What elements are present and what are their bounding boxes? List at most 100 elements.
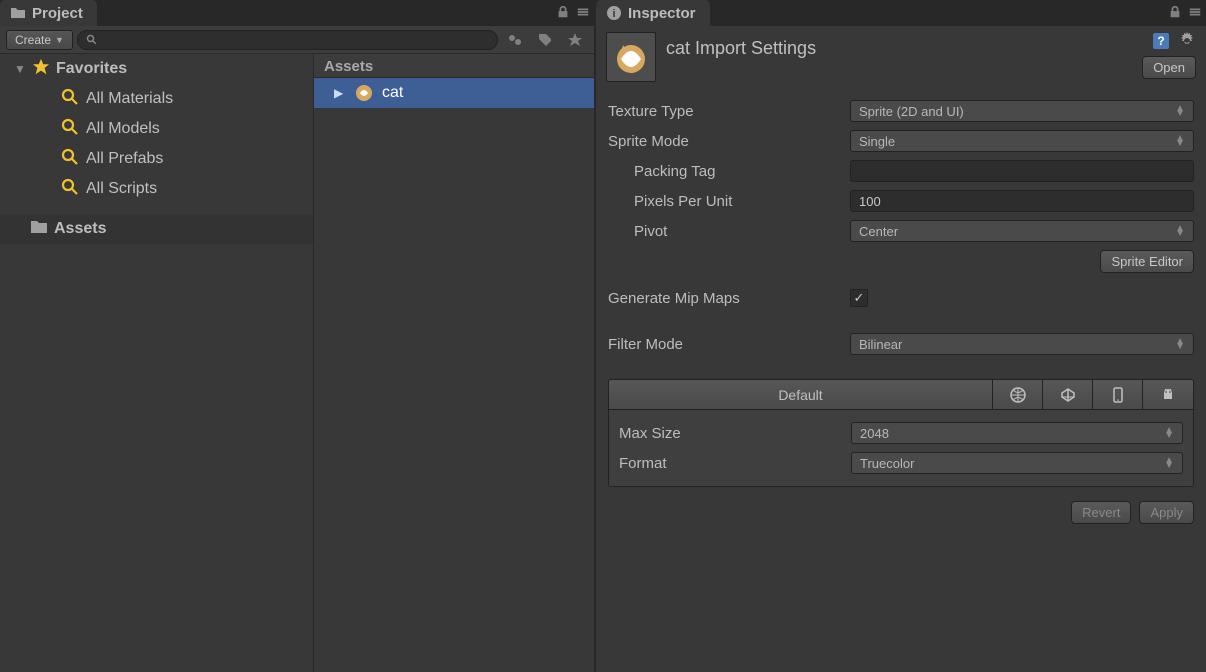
fav-all-scripts[interactable]: All Scripts xyxy=(0,174,313,204)
panel-menu-icon[interactable] xyxy=(576,5,590,22)
inspector-panel: i Inspector cat Import Settings ? Open T… xyxy=(596,0,1206,672)
inspector-tab[interactable]: i Inspector xyxy=(596,0,710,26)
assets-label: Assets xyxy=(54,220,106,238)
project-tab-header: Project xyxy=(0,0,594,26)
fav-all-models[interactable]: All Models xyxy=(0,114,313,144)
updown-icon: ▲▼ xyxy=(1175,226,1185,236)
create-button[interactable]: Create ▼ xyxy=(6,30,73,50)
asset-cat[interactable]: ▶ cat xyxy=(314,78,594,108)
input-ppu[interactable] xyxy=(850,190,1194,212)
revert-button[interactable]: Revert xyxy=(1071,501,1131,524)
inspector-tab-label: Inspector xyxy=(628,5,696,22)
folder-icon xyxy=(10,5,26,21)
project-tab[interactable]: Project xyxy=(0,0,97,26)
dropdown-max-size[interactable]: 2048▲▼ xyxy=(851,422,1183,444)
row-ppu: Pixels Per Unit xyxy=(608,186,1194,216)
fav-all-materials[interactable]: All Materials xyxy=(0,84,313,114)
fav-label: All Materials xyxy=(86,90,173,108)
asset-title: cat Import Settings xyxy=(666,32,1132,59)
asset-name: cat xyxy=(382,84,403,102)
label-mipmaps: Generate Mip Maps xyxy=(608,290,850,307)
search-input[interactable] xyxy=(77,30,498,50)
gear-icon[interactable] xyxy=(1178,32,1196,50)
dropdown-pivot[interactable]: Center▲▼ xyxy=(850,220,1194,242)
search-icon xyxy=(60,117,80,142)
row-packing-tag: Packing Tag xyxy=(608,156,1194,186)
updown-icon: ▲▼ xyxy=(1164,428,1174,438)
favorites-header[interactable]: ▼ Favorites xyxy=(0,54,313,84)
favorite-save-icon[interactable] xyxy=(562,29,588,51)
updown-icon: ▲▼ xyxy=(1175,339,1185,349)
fav-label: All Scripts xyxy=(86,180,157,198)
platform-tab-default[interactable]: Default xyxy=(609,380,993,409)
svg-text:?: ? xyxy=(1157,34,1164,48)
label-ppu: Pixels Per Unit xyxy=(608,193,850,210)
label-max-size: Max Size xyxy=(619,425,851,442)
row-max-size: Max Size 2048▲▼ xyxy=(619,418,1183,448)
dropdown-texture-type[interactable]: Sprite (2D and UI)▲▼ xyxy=(850,100,1194,122)
search-icon xyxy=(60,87,80,112)
help-icon[interactable]: ? xyxy=(1152,32,1170,50)
label-pivot: Pivot xyxy=(608,223,850,240)
updown-icon: ▲▼ xyxy=(1175,106,1185,116)
inspector-tab-header: i Inspector xyxy=(596,0,1206,26)
search-icon xyxy=(86,34,98,46)
asset-thumb-icon xyxy=(354,83,374,103)
label-filter-mode: Filter Mode xyxy=(608,336,850,353)
search-icon xyxy=(60,177,80,202)
updown-icon: ▲▼ xyxy=(1164,458,1174,468)
lock-icon[interactable] xyxy=(1168,5,1182,22)
asset-preview-thumb xyxy=(606,32,656,82)
filter-type-icon[interactable] xyxy=(502,29,528,51)
search-icon xyxy=(60,147,80,172)
row-texture-type: Texture Type Sprite (2D and UI)▲▼ xyxy=(608,96,1194,126)
project-toolbar: Create ▼ xyxy=(0,26,594,54)
panel-menu-icon[interactable] xyxy=(1188,5,1202,22)
platform-settings: Default Max Size 2048▲▼ Format Truecolor… xyxy=(608,379,1194,487)
dropdown-format[interactable]: Truecolor▲▼ xyxy=(851,452,1183,474)
asset-header: cat Import Settings ? Open xyxy=(596,26,1206,86)
updown-icon: ▲▼ xyxy=(1175,136,1185,146)
apply-button[interactable]: Apply xyxy=(1139,501,1194,524)
row-mipmaps: Generate Mip Maps ✓ xyxy=(608,283,1194,313)
lock-icon[interactable] xyxy=(556,5,570,22)
platform-tab-web[interactable] xyxy=(993,380,1043,409)
row-filter-mode: Filter Mode Bilinear▲▼ xyxy=(608,329,1194,359)
open-button[interactable]: Open xyxy=(1142,56,1196,79)
foldout-icon: ▶ xyxy=(334,86,346,100)
platform-tab-standalone[interactable] xyxy=(1043,380,1093,409)
chevron-down-icon: ▼ xyxy=(55,35,64,45)
label-texture-type: Texture Type xyxy=(608,103,850,120)
project-tree: ▼ Favorites All Materials All Models All… xyxy=(0,54,314,672)
label-sprite-mode: Sprite Mode xyxy=(608,133,850,150)
sprite-editor-button[interactable]: Sprite Editor xyxy=(1100,250,1194,273)
fav-label: All Prefabs xyxy=(86,150,163,168)
star-icon xyxy=(32,58,50,81)
inspector-footer: Revert Apply xyxy=(596,487,1206,538)
row-pivot: Pivot Center▲▼ xyxy=(608,216,1194,246)
dropdown-sprite-mode[interactable]: Single▲▼ xyxy=(850,130,1194,152)
fav-label: All Models xyxy=(86,120,160,138)
favorites-label: Favorites xyxy=(56,60,127,78)
dropdown-filter-mode[interactable]: Bilinear▲▼ xyxy=(850,333,1194,355)
row-sprite-mode: Sprite Mode Single▲▼ xyxy=(608,126,1194,156)
platform-tab-android[interactable] xyxy=(1143,380,1193,409)
checkbox-mipmaps[interactable]: ✓ xyxy=(850,289,868,307)
input-packing-tag[interactable] xyxy=(850,160,1194,182)
filter-label-icon[interactable] xyxy=(532,29,558,51)
project-list: Assets ▶ cat xyxy=(314,54,594,672)
info-icon: i xyxy=(606,5,622,21)
platform-tabs: Default xyxy=(609,380,1193,410)
row-format: Format Truecolor▲▼ xyxy=(619,448,1183,478)
svg-text:i: i xyxy=(612,8,615,20)
create-label: Create xyxy=(15,33,51,47)
folder-icon xyxy=(30,218,48,241)
inspector-body: cat Import Settings ? Open Texture Type … xyxy=(596,26,1206,672)
project-panel: Project Create ▼ ▼ Favorites All Materia… xyxy=(0,0,596,672)
fav-all-prefabs[interactable]: All Prefabs xyxy=(0,144,313,174)
project-split: ▼ Favorites All Materials All Models All… xyxy=(0,54,594,672)
list-header[interactable]: Assets xyxy=(314,54,594,78)
assets-root[interactable]: Assets xyxy=(0,214,313,244)
project-tab-label: Project xyxy=(32,5,83,22)
platform-tab-ios[interactable] xyxy=(1093,380,1143,409)
